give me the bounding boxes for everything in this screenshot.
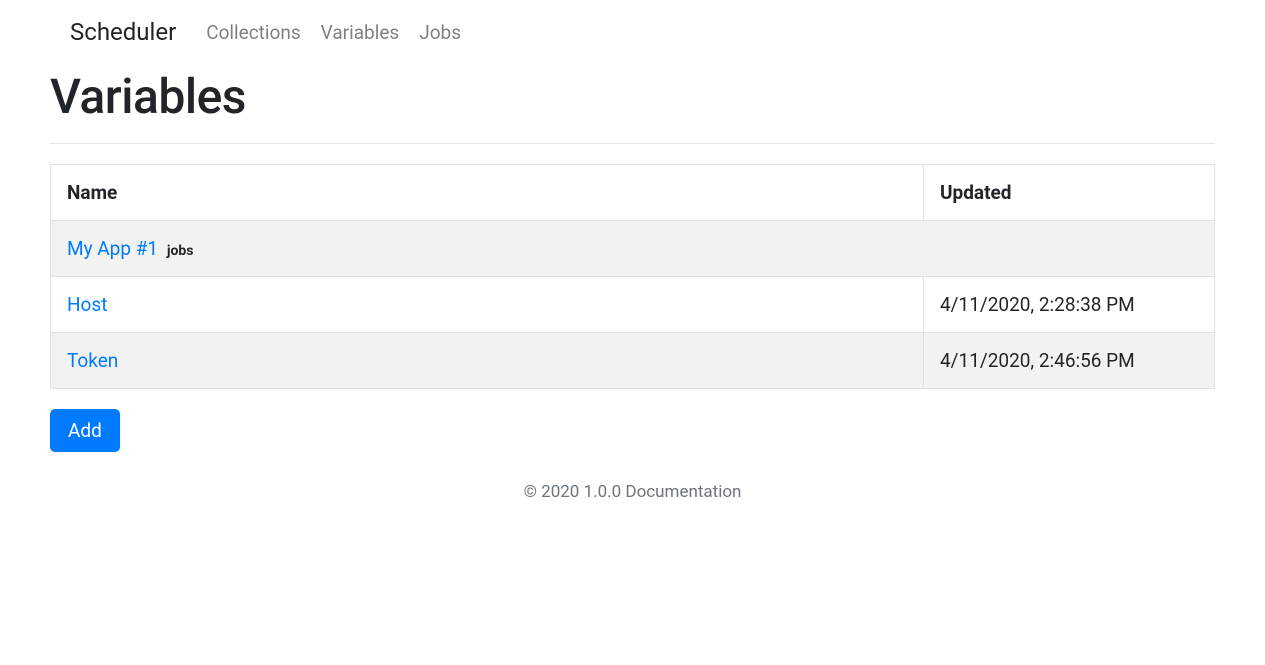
group-badge-jobs: jobs [167,243,194,259]
variable-updated: 4/11/2020, 2:28:38 PM [924,277,1215,333]
page-title: Variables [50,68,1215,125]
variable-link-token[interactable]: Token [67,349,118,372]
brand-link[interactable]: Scheduler [70,18,176,46]
table-row: Token 4/11/2020, 2:46:56 PM [51,333,1215,389]
table-header-updated: Updated [924,165,1215,221]
nav-link-collections[interactable]: Collections [206,21,300,44]
group-link-myapp[interactable]: My App #1 [67,237,158,260]
title-divider [50,143,1215,144]
table-group-row: My App #1 jobs [51,221,1215,277]
top-navbar: Scheduler Collections Variables Jobs [50,0,1215,58]
nav-link-variables[interactable]: Variables [321,21,400,44]
variable-link-host[interactable]: Host [67,293,107,316]
table-row: Host 4/11/2020, 2:28:38 PM [51,277,1215,333]
variable-updated: 4/11/2020, 2:46:56 PM [924,333,1215,389]
table-header-name: Name [51,165,924,221]
nav-link-jobs[interactable]: Jobs [419,21,461,44]
footer-text: © 2020 1.0.0 Documentation [50,482,1215,532]
add-button[interactable]: Add [50,409,120,452]
variables-table: Name Updated My App #1 jobs Host 4/11/20… [50,164,1215,389]
